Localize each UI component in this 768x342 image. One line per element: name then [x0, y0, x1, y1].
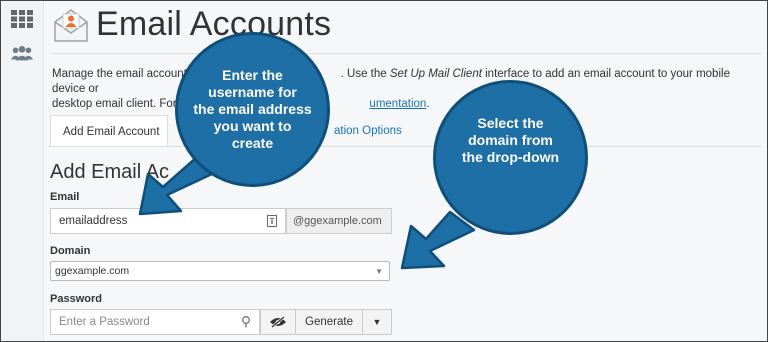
envelope-user-icon: [54, 8, 88, 42]
callout-text: Enter the username for the email address…: [193, 67, 311, 152]
title-divider: [52, 53, 761, 54]
email-field[interactable]: emailaddress: [50, 208, 286, 234]
callout-line: Select the: [477, 115, 544, 131]
documentation-link[interactable]: umentation: [369, 98, 426, 110]
callout-line: create: [231, 135, 274, 151]
generate-options-button[interactable]: ▼: [362, 309, 392, 335]
title-row: Email Accounts: [52, 5, 331, 44]
description-text: . Use the: [340, 68, 387, 80]
email-domain-addon: @ggexample.com: [286, 208, 392, 234]
callout-line: the drop-down: [461, 149, 560, 165]
password-field[interactable]: Enter a Password: [50, 309, 260, 335]
callout-line: username for: [208, 84, 297, 100]
email-field-value: emailaddress: [59, 215, 128, 227]
callout-text: Select the domain from the drop-down: [462, 115, 559, 166]
callout-line: the email address: [193, 101, 312, 117]
page-description: Manage the email accounts . Use the Set U…: [52, 67, 752, 112]
callout-line: Enter the: [222, 67, 283, 83]
users-icon: [10, 45, 34, 61]
description-text: desktop email client. For m: [52, 98, 190, 110]
generate-button[interactable]: Generate: [295, 309, 363, 335]
callout-line: domain from: [468, 132, 553, 148]
eye-slash-icon: [270, 316, 286, 328]
domain-label: Domain: [50, 245, 91, 257]
email-label: Email: [50, 191, 80, 203]
page-title: Email Accounts: [96, 5, 332, 43]
users-button[interactable]: [10, 43, 34, 63]
domain-select[interactable]: ggexample.com ▼: [50, 261, 390, 281]
clipboard-icon: [267, 215, 277, 227]
callout-enter-username: Enter the username for the email address…: [175, 32, 330, 187]
set-up-mail-client-link[interactable]: Set Up Mail Client: [390, 68, 482, 80]
main-content: Email Accounts Manage the email accounts…: [44, 1, 767, 341]
left-rail: [1, 1, 44, 341]
grid-icon: [11, 10, 33, 28]
toggle-password-visibility-button[interactable]: [260, 309, 296, 335]
callout-select-domain: Select the domain from the drop-down: [433, 80, 588, 235]
tab-configuration-options[interactable]: ation Options: [322, 115, 414, 147]
caret-down-icon: ▼: [375, 267, 383, 276]
description-text: .: [426, 98, 430, 110]
key-icon: [242, 316, 250, 328]
tab-add-email-account[interactable]: Add Email Account: [50, 115, 168, 147]
section-title-text: Add Email Ac: [50, 161, 169, 183]
domain-select-value: ggexample.com: [55, 265, 130, 277]
caret-down-icon: ▼: [372, 317, 382, 327]
description-text: Manage the email accounts: [52, 68, 193, 80]
callout-line: you want to: [213, 118, 292, 134]
tab-divider: [48, 146, 761, 147]
apps-grid-button[interactable]: [10, 9, 34, 29]
password-label: Password: [50, 293, 102, 305]
password-placeholder: Enter a Password: [59, 316, 150, 328]
